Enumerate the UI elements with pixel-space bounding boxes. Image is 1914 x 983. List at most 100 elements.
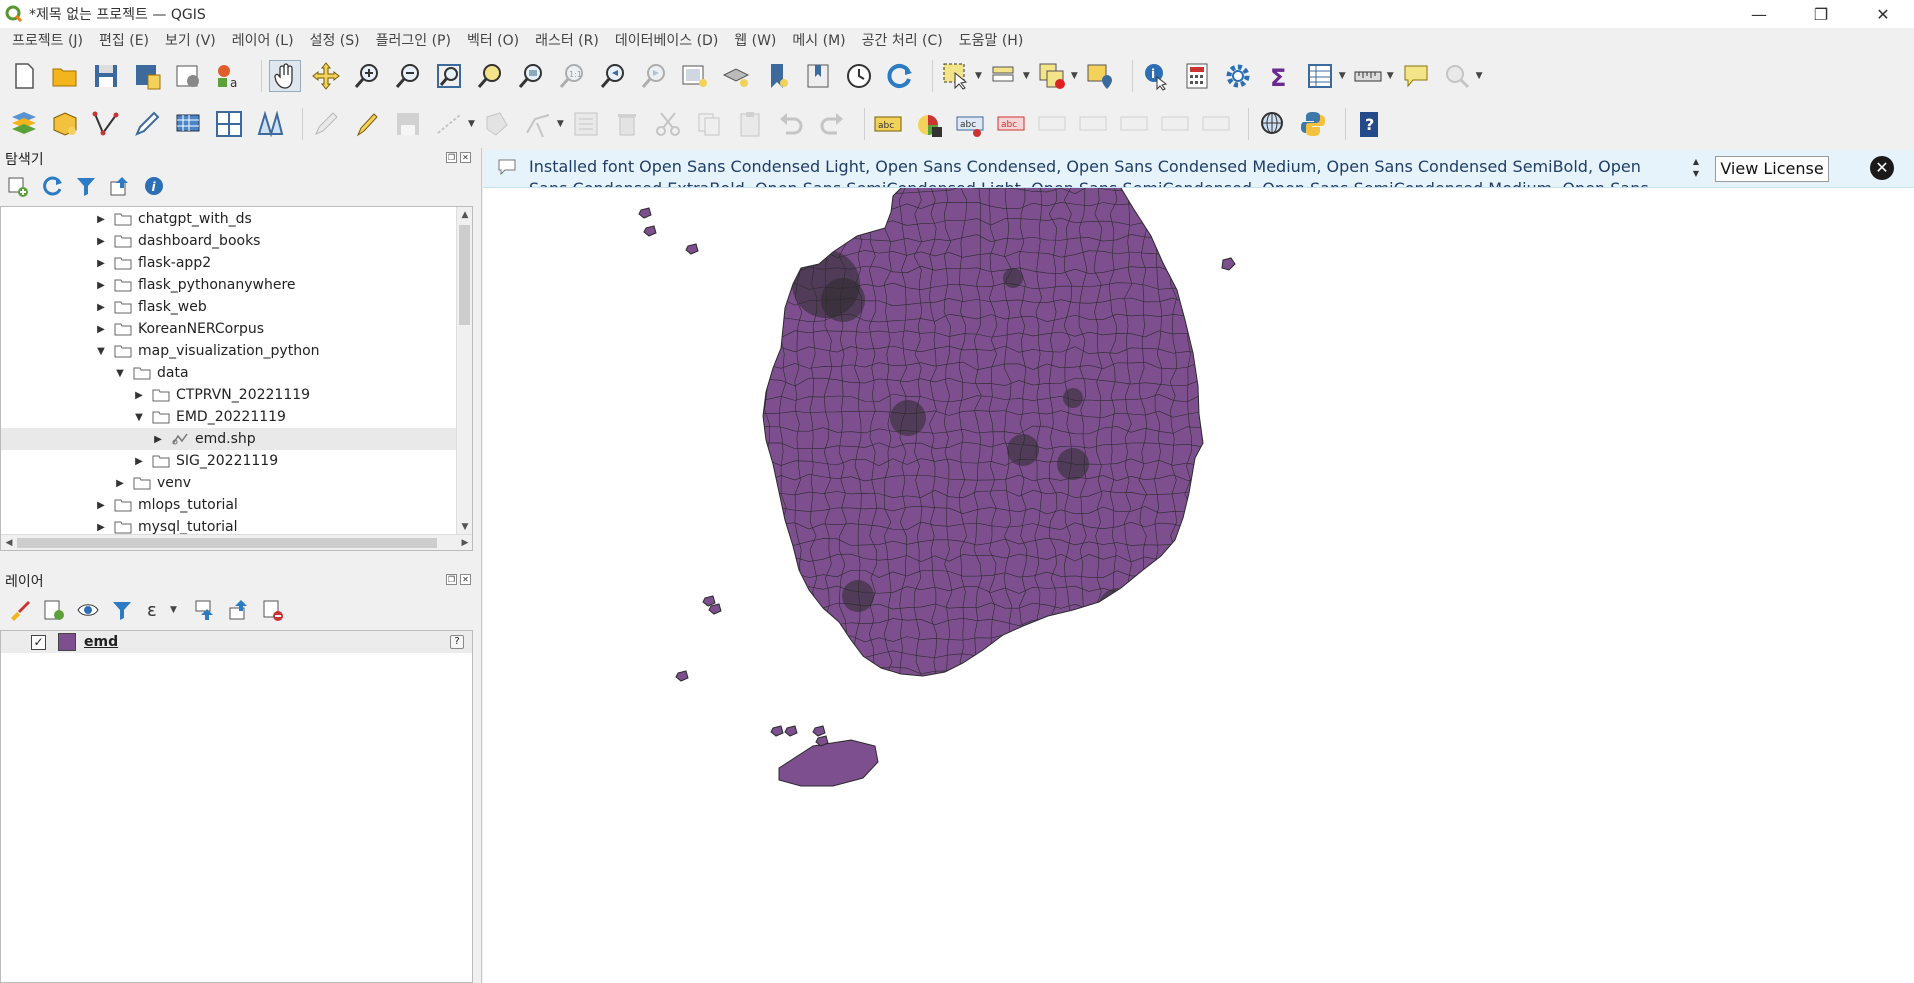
virtual-raster-button[interactable] <box>213 108 245 140</box>
new-geopackage-layer-button[interactable] <box>49 108 81 140</box>
select-features-button[interactable] <box>940 60 972 92</box>
dropdown-arrow-icon[interactable]: ▼ <box>1476 71 1483 81</box>
filter-expression-icon[interactable]: ε <box>144 598 168 622</box>
layer-labeling-button[interactable]: abc <box>872 108 904 140</box>
save-project-button[interactable] <box>90 60 122 92</box>
move-label-button[interactable] <box>1077 108 1109 140</box>
scroll-right-icon[interactable]: ▶ <box>457 535 472 550</box>
attribute-table-button[interactable] <box>1304 60 1336 92</box>
remove-layer-icon[interactable] <box>261 598 285 622</box>
copy-features-button[interactable] <box>693 108 725 140</box>
chevron-right-icon[interactable]: ▶ <box>96 324 106 335</box>
zoom-to-selection-button[interactable] <box>474 60 506 92</box>
layer-visibility-checkbox[interactable]: ✓ <box>31 634 46 650</box>
dropdown-arrow-icon[interactable]: ▼ <box>1023 71 1030 81</box>
layer-name[interactable]: emd <box>84 634 118 650</box>
highlight-pinned-labels-button[interactable]: abc <box>954 108 986 140</box>
chevron-down-icon[interactable]: ▼ <box>115 368 125 379</box>
menu-web[interactable]: 웹 (W) <box>726 30 784 50</box>
chevron-right-icon[interactable]: ▶ <box>134 456 144 467</box>
menu-vector[interactable]: 벡터 (O) <box>459 30 527 50</box>
measure-line-button[interactable] <box>1352 60 1384 92</box>
close-window-button[interactable]: ✕ <box>1852 0 1914 28</box>
menu-raster[interactable]: 래스터 (R) <box>527 30 607 50</box>
toggle-editing-button[interactable] <box>351 108 383 140</box>
scroll-left-icon[interactable]: ◀ <box>1 535 17 550</box>
select-by-value-button[interactable] <box>988 60 1020 92</box>
pan-to-selection-button[interactable] <box>310 60 342 92</box>
save-as-button[interactable] <box>131 60 163 92</box>
tree-item[interactable]: ▶ flask_web <box>1 296 457 318</box>
zoom-native-button[interactable]: 1:1 <box>556 60 588 92</box>
tree-item[interactable]: ▶ flask_pythonanywhere <box>1 274 457 296</box>
open-project-button[interactable] <box>49 60 81 92</box>
tree-item[interactable]: ▶ SIG_20221119 <box>1 450 457 472</box>
chevron-right-icon[interactable]: ▶ <box>115 478 125 489</box>
chevron-right-icon[interactable]: ▶ <box>96 280 106 291</box>
close-message-button[interactable]: ✕ <box>1870 156 1894 180</box>
show-hide-labels-button[interactable] <box>1036 108 1068 140</box>
menu-view[interactable]: 보기 (V) <box>157 30 224 50</box>
vertex-tool-button[interactable] <box>522 108 554 140</box>
add-line-button[interactable] <box>433 108 465 140</box>
message-scroll-arrows[interactable]: ▲ ▼ <box>1689 156 1703 184</box>
dropdown-arrow-icon[interactable]: ▼ <box>1387 71 1394 81</box>
new-map-view-button[interactable] <box>679 60 711 92</box>
dropdown-arrow-icon[interactable]: ▼ <box>468 119 475 129</box>
tree-item[interactable]: ▼ map_visualization_python <box>1 340 457 362</box>
tree-item[interactable]: ▶ mlops_tutorial <box>1 494 457 516</box>
project-properties-button[interactable] <box>172 60 204 92</box>
select-location-button[interactable] <box>1084 60 1116 92</box>
menu-project[interactable]: 프로젝트 (J) <box>4 30 91 50</box>
tree-item[interactable]: ▶ KoreanNERCorpus <box>1 318 457 340</box>
zoom-last-button[interactable] <box>597 60 629 92</box>
change-label-button[interactable] <box>1159 108 1191 140</box>
show-bookmarks-button[interactable] <box>802 60 834 92</box>
scrollbar-thumb[interactable] <box>459 225 470 325</box>
processing-toolbox-button[interactable] <box>1222 60 1254 92</box>
locator-search-button[interactable] <box>1441 60 1473 92</box>
style-brush-icon[interactable] <box>8 598 32 622</box>
undo-button[interactable] <box>775 108 807 140</box>
browser-tree[interactable]: ▶ chatgpt_with_ds ▶ dashboard_books ▶ flask-a… <box>0 206 473 551</box>
eye-icon[interactable] <box>76 598 100 622</box>
mesh-layer-button[interactable] <box>254 108 286 140</box>
menu-layer[interactable]: 레이어 (L) <box>224 30 302 50</box>
close-panel-button[interactable]: ✕ <box>460 574 471 585</box>
diagram-options-button[interactable] <box>913 108 945 140</box>
digitize-curve-button[interactable] <box>131 108 163 140</box>
float-panel-button[interactable]: ❐ <box>446 574 457 585</box>
zoom-to-layer-button[interactable] <box>515 60 547 92</box>
digitize-vertex-button[interactable] <box>90 108 122 140</box>
view-license-button[interactable]: View License <box>1715 156 1829 182</box>
dropdown-arrow-icon[interactable]: ▼ <box>1339 71 1346 81</box>
layer-symbol-swatch[interactable] <box>58 633 76 651</box>
paste-features-button[interactable] <box>734 108 766 140</box>
deselect-features-button[interactable] <box>1036 60 1068 92</box>
add-selected-layers-icon[interactable] <box>6 174 30 198</box>
zoom-next-button[interactable] <box>638 60 670 92</box>
new-project-button[interactable] <box>8 60 40 92</box>
scroll-down-icon[interactable]: ▼ <box>457 519 472 535</box>
statistics-button[interactable]: Σ <box>1263 60 1295 92</box>
map-tips-button[interactable] <box>1400 60 1432 92</box>
dropdown-arrow-icon[interactable]: ▼ <box>975 71 982 81</box>
dropdown-arrow-icon[interactable]: ▼ <box>1071 71 1078 81</box>
pin-unpin-labels-button[interactable]: abc <box>995 108 1027 140</box>
chevron-right-icon[interactable]: ▶ <box>96 258 106 269</box>
collapse-all-icon[interactable] <box>108 174 132 198</box>
chevron-right-icon[interactable]: ▶ <box>96 522 106 533</box>
cut-features-button[interactable] <box>652 108 684 140</box>
label-properties-button[interactable] <box>1200 108 1232 140</box>
refresh-button[interactable] <box>884 60 916 92</box>
dropdown-arrow-icon[interactable]: ▼ <box>170 605 177 615</box>
pan-map-button[interactable] <box>269 60 301 92</box>
chevron-right-icon[interactable]: ▶ <box>153 434 163 445</box>
quickmapservices-button[interactable] <box>1256 108 1288 140</box>
save-edits-button[interactable] <box>392 108 424 140</box>
chevron-right-icon[interactable]: ▶ <box>96 500 106 511</box>
rotate-label-button[interactable] <box>1118 108 1150 140</box>
style-manager-button[interactable]: a <box>213 60 245 92</box>
menu-help[interactable]: 도움말 (H) <box>951 30 1032 50</box>
help-contents-button[interactable]: ? <box>1353 108 1385 140</box>
